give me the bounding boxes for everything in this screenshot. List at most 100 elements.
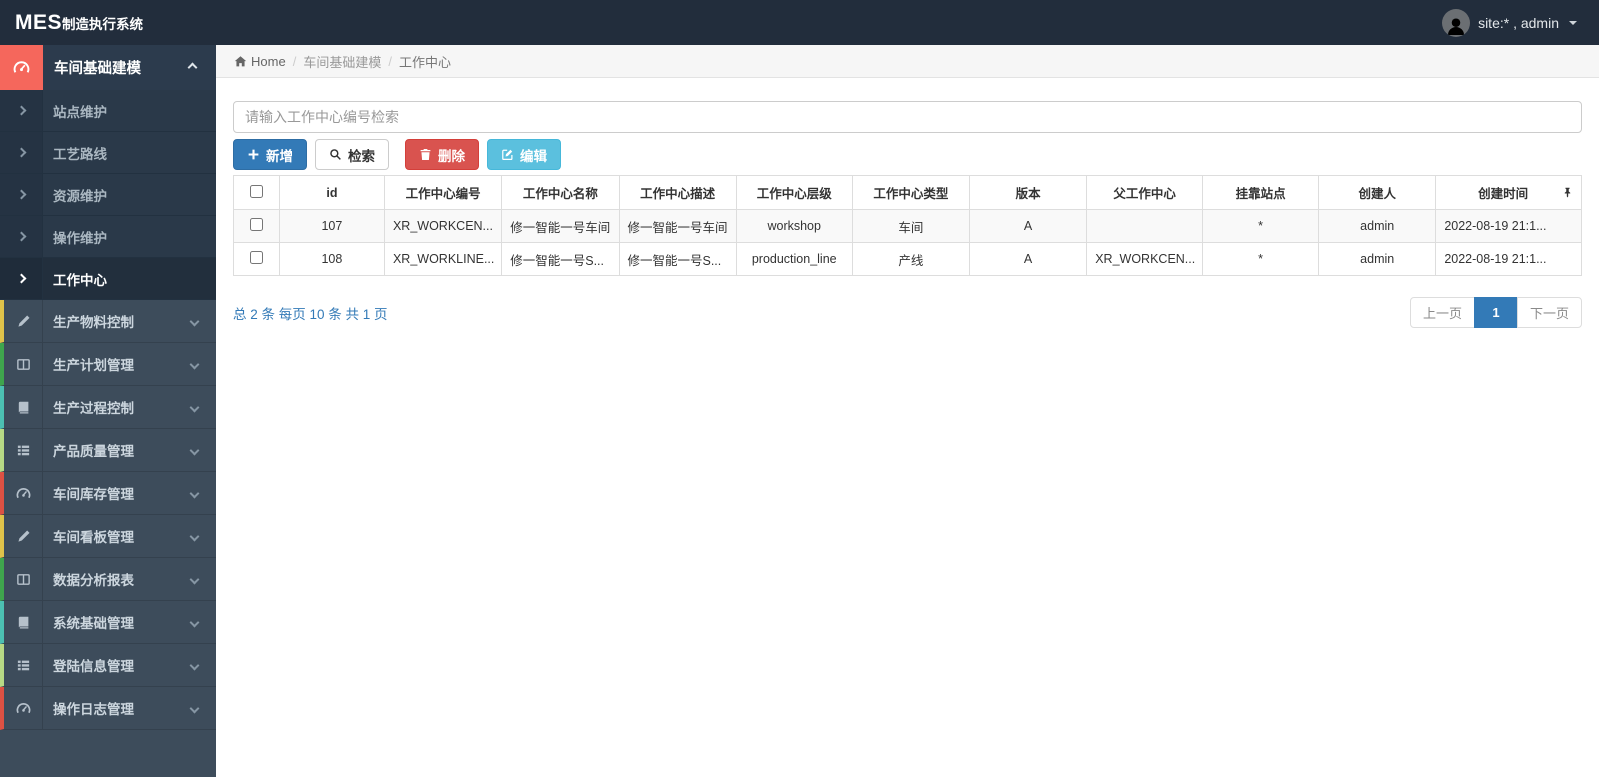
trash-icon xyxy=(419,148,432,161)
search-button-label: 检索 xyxy=(348,148,375,164)
table-header-row: id 工作中心编号 工作中心名称 工作中心描述 工作中心层级 工作中心类型 版本… xyxy=(233,175,1582,210)
row-checkbox[interactable] xyxy=(249,218,263,231)
page-1-button[interactable]: 1 xyxy=(1473,297,1518,328)
gauge-icon xyxy=(0,45,43,90)
col-header-type: 工作中心类型 xyxy=(851,175,970,210)
main-content: Home / 车间基础建模 / 工作中心 新增 检索 删除 编辑 xyxy=(216,45,1599,777)
topbar: MES 制造执行系统 site:* , admin xyxy=(0,0,1599,45)
chevron-down-icon xyxy=(189,574,200,584)
col-header-description: 工作中心描述 xyxy=(618,175,737,210)
col-header-code: 工作中心编号 xyxy=(383,175,503,210)
chevron-down-icon xyxy=(189,531,200,541)
cell-name: 修一智能一号S... xyxy=(501,242,620,276)
sidebar-item-process-route[interactable]: 工艺路线 xyxy=(0,132,216,174)
col-header-parent: 父工作中心 xyxy=(1086,175,1204,210)
chevron-down-icon xyxy=(189,703,200,713)
sidebar-item-label: 生产计划管理 xyxy=(53,358,134,373)
search-input[interactable] xyxy=(233,101,1582,133)
sidebar-item-label: 产品质量管理 xyxy=(53,444,134,459)
avatar xyxy=(1442,8,1471,37)
sidebar-submenu: 站点维护 工艺路线 资源维护 操作维护 工作中心 xyxy=(0,90,216,300)
breadcrumb-separator: / xyxy=(292,53,297,69)
gauge-icon xyxy=(4,687,43,729)
breadcrumb-section-link[interactable]: 车间基础建模 xyxy=(303,52,381,71)
pencil-icon xyxy=(4,300,43,342)
breadcrumb-home-link[interactable]: Home xyxy=(234,54,286,69)
brand-mes: MES xyxy=(15,10,63,34)
col-header-name: 工作中心名称 xyxy=(501,175,620,210)
pencil-icon xyxy=(4,515,43,557)
sidebar-item-resource-maintenance[interactable]: 资源维护 xyxy=(0,174,216,216)
chevron-right-icon xyxy=(0,90,43,131)
delete-button[interactable]: 删除 xyxy=(405,139,479,170)
sidebar-item-operation-maintenance[interactable]: 操作维护 xyxy=(0,216,216,258)
sidebar-item-work-center[interactable]: 工作中心 xyxy=(0,258,216,300)
sidebar: 车间基础建模 站点维护 工艺路线 资源维护 操作维护 工作中心 生产物料控制 生… xyxy=(0,45,216,777)
sidebar-item-workshop-kanban-management[interactable]: 车间看板管理 xyxy=(0,515,216,558)
chevron-down-icon xyxy=(189,445,200,455)
cell-version: A xyxy=(968,209,1088,243)
sidebar-item-production-process-control[interactable]: 生产过程控制 xyxy=(0,386,216,429)
cell-parent xyxy=(1086,209,1204,243)
edit-button-label: 编辑 xyxy=(520,148,547,164)
next-page-button[interactable]: 下一页 xyxy=(1516,297,1582,328)
cell-level: production_line xyxy=(735,242,853,276)
chevron-right-icon xyxy=(0,258,43,299)
chevron-down-icon xyxy=(189,660,200,670)
search-button[interactable]: 检索 xyxy=(315,139,389,170)
user-menu[interactable]: site:* , admin xyxy=(1442,8,1599,37)
brand-logo[interactable]: MES 制造执行系统 xyxy=(0,11,143,35)
add-button[interactable]: 新增 xyxy=(233,139,307,170)
content-panel: 新增 检索 删除 编辑 xyxy=(216,78,1599,328)
sidebar-item-label: 操作维护 xyxy=(53,230,107,246)
cell-type: 产线 xyxy=(851,242,970,276)
user-label: site:* , admin xyxy=(1478,14,1559,31)
row-checkbox[interactable] xyxy=(249,251,263,264)
cell-station: * xyxy=(1202,242,1320,276)
pagination: 总 2 条 每页 10 条 共 1 页 上一页 1 下一页 xyxy=(233,297,1582,328)
sidebar-mainmenu: 生产物料控制 生产计划管理 生产过程控制 产品质量管理 车间库存管理 车间看板管… xyxy=(0,300,216,730)
sidebar-item-workshop-modeling[interactable]: 车间基础建模 xyxy=(0,45,216,90)
col-header-creator: 创建人 xyxy=(1318,175,1437,210)
prev-page-button[interactable]: 上一页 xyxy=(1409,297,1475,328)
sidebar-item-label: 操作日志管理 xyxy=(53,702,134,717)
select-all-checkbox[interactable] xyxy=(249,184,263,198)
sidebar-item-label: 数据分析报表 xyxy=(53,573,134,588)
sidebar-item-site-maintenance[interactable]: 站点维护 xyxy=(0,90,216,132)
plus-icon xyxy=(247,148,260,161)
cell-parent: XR_WORKCEN... xyxy=(1086,242,1204,276)
sidebar-item-label: 生产物料控制 xyxy=(53,315,134,330)
sidebar-item-login-info-management[interactable]: 登陆信息管理 xyxy=(0,644,216,687)
sidebar-item-data-analysis-reports[interactable]: 数据分析报表 xyxy=(0,558,216,601)
chevron-down-icon xyxy=(189,402,200,412)
book-icon xyxy=(4,601,43,643)
sidebar-item-production-plan-management[interactable]: 生产计划管理 xyxy=(0,343,216,386)
sidebar-item-production-material-control[interactable]: 生产物料控制 xyxy=(0,300,216,343)
delete-button-label: 删除 xyxy=(438,148,465,164)
caret-down-icon xyxy=(1569,20,1577,25)
header-checkbox-cell xyxy=(233,175,280,210)
sidebar-item-label: 工艺路线 xyxy=(53,146,107,162)
list-icon xyxy=(4,429,43,471)
book-icon xyxy=(4,386,43,428)
columns-icon xyxy=(4,343,43,385)
sidebar-group-label: 车间基础建模 xyxy=(54,61,141,77)
breadcrumb-current: 工作中心 xyxy=(398,54,451,70)
sidebar-item-label: 登陆信息管理 xyxy=(53,659,134,674)
columns-icon xyxy=(4,558,43,600)
sidebar-item-system-basic-management[interactable]: 系统基础管理 xyxy=(0,601,216,644)
search-icon xyxy=(329,148,342,161)
cell-create-time: 2022-08-19 21:1... xyxy=(1435,242,1582,276)
sidebar-item-operation-log-management[interactable]: 操作日志管理 xyxy=(0,687,216,730)
pin-icon[interactable] xyxy=(1562,187,1573,198)
col-header-create-time: 创建时间 xyxy=(1435,175,1582,210)
brand-subtitle: 制造执行系统 xyxy=(62,16,144,32)
sidebar-item-product-quality-management[interactable]: 产品质量管理 xyxy=(0,429,216,472)
toolbar: 新增 检索 删除 编辑 xyxy=(233,139,1582,170)
pagination-group: 上一页 1 下一页 xyxy=(1409,297,1582,328)
cell-type: 车间 xyxy=(851,209,970,243)
sidebar-item-label: 工作中心 xyxy=(53,272,107,288)
sidebar-item-workshop-inventory-management[interactable]: 车间库存管理 xyxy=(0,472,216,515)
chevron-down-icon xyxy=(189,359,200,369)
edit-button[interactable]: 编辑 xyxy=(487,139,561,170)
